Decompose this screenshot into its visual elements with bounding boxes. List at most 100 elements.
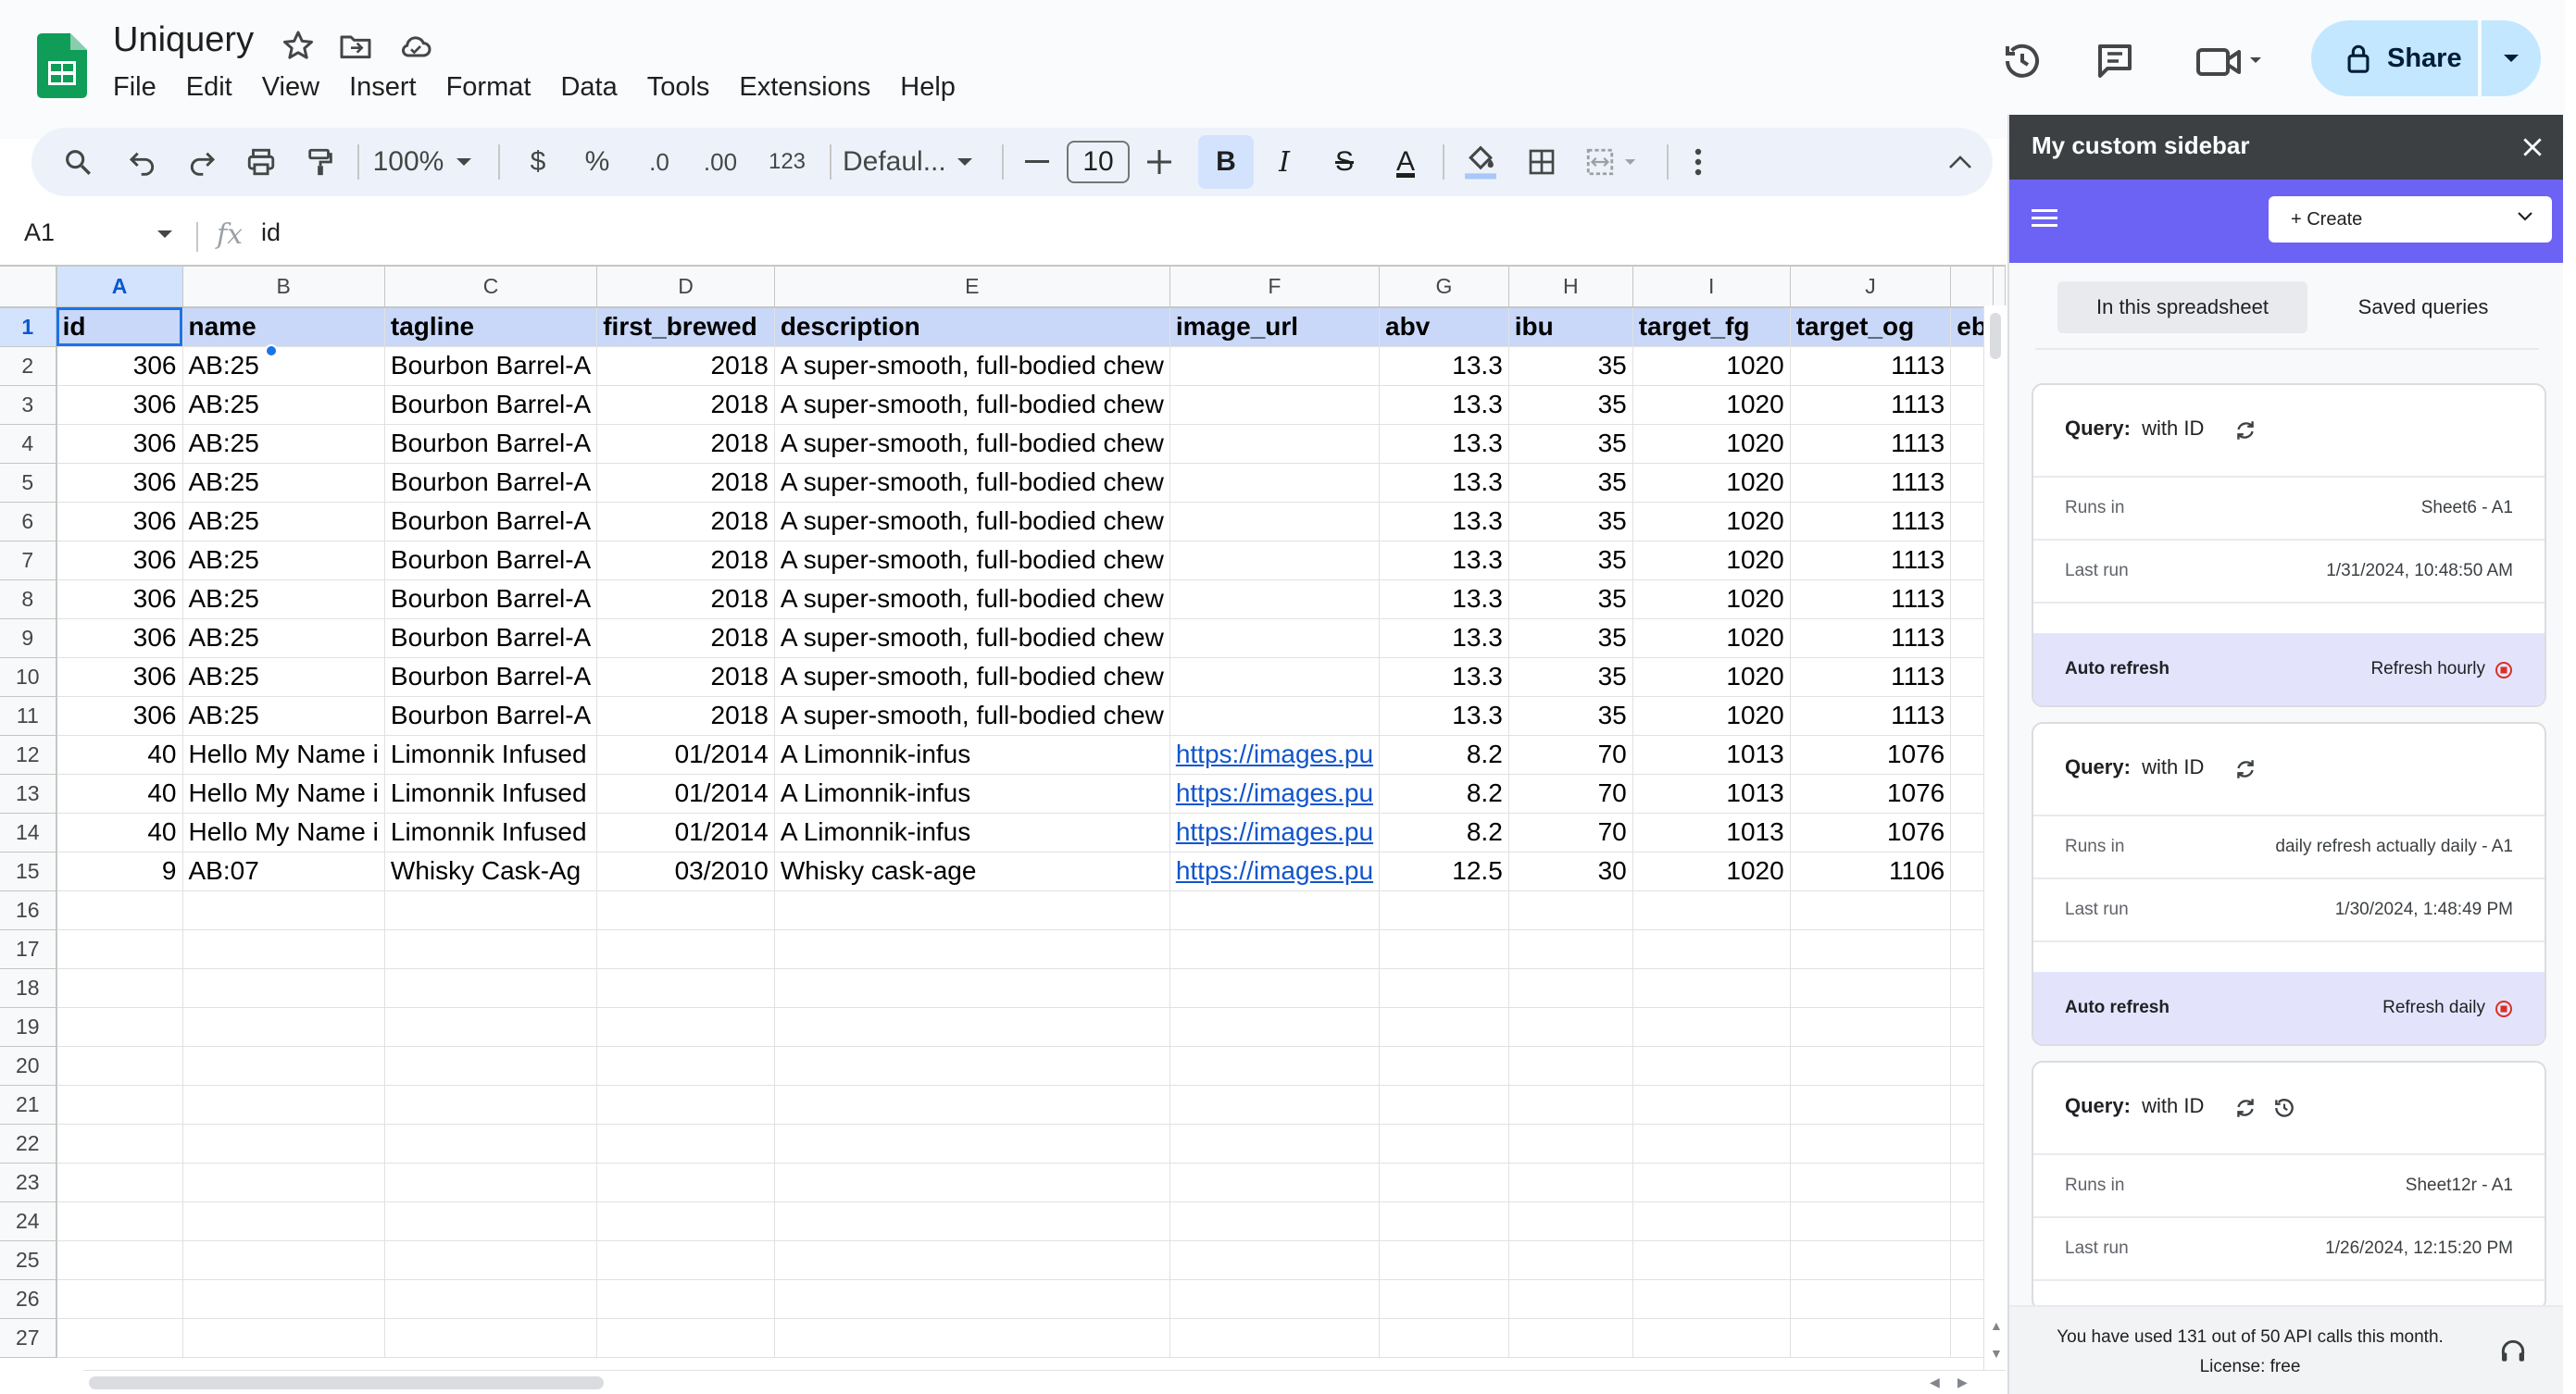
cell[interactable]: A super-smooth, full-bodied chew xyxy=(774,579,1170,619)
cell[interactable]: abv xyxy=(1379,307,1509,347)
cell[interactable]: A super-smooth, full-bodied chew xyxy=(774,424,1170,464)
create-button[interactable]: + Create xyxy=(2269,196,2552,243)
cell[interactable] xyxy=(1379,1318,1509,1358)
cell[interactable]: 2018 xyxy=(596,463,775,503)
cell[interactable]: Limonnik Infused xyxy=(384,813,598,853)
cell[interactable]: Hello My Name i xyxy=(182,774,385,814)
cell[interactable] xyxy=(1169,1124,1381,1164)
cell[interactable] xyxy=(1379,1124,1509,1164)
cell[interactable] xyxy=(1790,1318,1952,1358)
support-headset-icon[interactable] xyxy=(2498,1337,2528,1371)
chevron-down-icon[interactable] xyxy=(946,128,983,196)
cell[interactable]: AB:25 xyxy=(182,502,385,541)
cell[interactable]: 2018 xyxy=(596,424,775,464)
cell[interactable] xyxy=(384,1201,598,1241)
cell[interactable] xyxy=(1508,1007,1633,1047)
cell[interactable] xyxy=(1632,1318,1791,1358)
cell[interactable]: 1113 xyxy=(1790,696,1952,736)
cell[interactable]: 1106 xyxy=(1790,852,1952,891)
cell[interactable] xyxy=(1632,929,1791,969)
cell[interactable] xyxy=(1169,541,1381,580)
cell[interactable]: 1020 xyxy=(1632,696,1791,736)
cell[interactable]: 35 xyxy=(1508,657,1633,697)
increase-font-size-icon[interactable] xyxy=(1133,128,1185,196)
cell[interactable] xyxy=(1169,618,1381,658)
cell[interactable] xyxy=(1379,1046,1509,1086)
cell[interactable]: description xyxy=(774,307,1170,347)
cell[interactable]: A Limonnik-infus xyxy=(774,813,1170,853)
column-header[interactable]: I xyxy=(1632,267,1791,308)
cell[interactable]: ibu xyxy=(1508,307,1633,347)
cell[interactable] xyxy=(1169,1279,1381,1319)
text-color-button[interactable]: A xyxy=(1378,128,1433,196)
cell[interactable] xyxy=(384,968,598,1008)
cell[interactable]: 35 xyxy=(1508,346,1633,386)
cell[interactable] xyxy=(384,929,598,969)
row-header[interactable]: 20 xyxy=(0,1046,57,1086)
undo-icon[interactable] xyxy=(117,128,169,196)
borders-icon[interactable] xyxy=(1513,128,1570,196)
refresh-icon[interactable] xyxy=(2233,1096,2257,1125)
column-header[interactable]: D xyxy=(596,267,775,308)
cell[interactable]: 1113 xyxy=(1790,618,1952,658)
cell[interactable]: AB:25 xyxy=(182,618,385,658)
merge-cells-icon[interactable] xyxy=(1574,128,1657,196)
increase-decimal-button[interactable]: .00 xyxy=(691,128,750,196)
cell[interactable]: 1113 xyxy=(1790,541,1952,580)
cell[interactable]: 35 xyxy=(1508,579,1633,619)
cell[interactable] xyxy=(1632,968,1791,1008)
cell[interactable]: 01/2014 xyxy=(596,774,775,814)
cell[interactable]: Hello My Name i xyxy=(182,813,385,853)
hamburger-menu-icon[interactable] xyxy=(2032,207,2057,232)
row-header[interactable]: 7 xyxy=(0,541,57,580)
cell[interactable]: first_brewed xyxy=(596,307,775,347)
cell[interactable]: 1113 xyxy=(1790,424,1952,464)
cell[interactable]: 1113 xyxy=(1790,346,1952,386)
cell[interactable] xyxy=(1169,1318,1381,1358)
cell[interactable] xyxy=(1169,502,1381,541)
cell[interactable] xyxy=(1169,929,1381,969)
cell[interactable]: Bourbon Barrel-A xyxy=(384,346,598,386)
row-header[interactable]: 12 xyxy=(0,735,57,775)
cell[interactable]: 306 xyxy=(56,541,183,580)
cell[interactable] xyxy=(384,1240,598,1280)
cell[interactable] xyxy=(1790,1046,1952,1086)
stop-refresh-icon[interactable] xyxy=(2495,1000,2513,1023)
cell[interactable]: Whisky cask-age xyxy=(774,852,1170,891)
cell[interactable]: 70 xyxy=(1508,774,1633,814)
cell[interactable]: 306 xyxy=(56,579,183,619)
chevron-down-icon[interactable] xyxy=(156,228,174,244)
row-header[interactable]: 22 xyxy=(0,1124,57,1164)
cell[interactable]: name xyxy=(182,307,385,347)
cell[interactable] xyxy=(1169,1007,1381,1047)
cell[interactable] xyxy=(182,929,385,969)
font-family-select[interactable]: Defaul... xyxy=(835,128,946,196)
tab-in-this-spreadsheet[interactable]: In this spreadsheet xyxy=(2057,281,2307,333)
cell[interactable]: 35 xyxy=(1508,618,1633,658)
cell[interactable] xyxy=(1632,1240,1791,1280)
row-header[interactable]: 25 xyxy=(0,1240,57,1280)
cell[interactable]: Hello My Name i xyxy=(182,735,385,775)
cell[interactable]: 35 xyxy=(1508,463,1633,503)
cell[interactable] xyxy=(56,1279,183,1319)
cell[interactable]: 2018 xyxy=(596,541,775,580)
row-header[interactable]: 27 xyxy=(0,1318,57,1358)
cell[interactable] xyxy=(1632,1007,1791,1047)
cell[interactable]: A super-smooth, full-bodied chew xyxy=(774,696,1170,736)
cell[interactable]: Limonnik Infused xyxy=(384,735,598,775)
cell[interactable] xyxy=(56,1085,183,1125)
paint-format-icon[interactable] xyxy=(294,128,346,196)
cell[interactable] xyxy=(1790,1279,1952,1319)
cell[interactable] xyxy=(1790,1163,1952,1202)
row-header[interactable]: 19 xyxy=(0,1007,57,1047)
cell[interactable]: 306 xyxy=(56,657,183,697)
cell[interactable]: AB:25 xyxy=(182,657,385,697)
row-header[interactable]: 17 xyxy=(0,929,57,969)
cell[interactable]: 35 xyxy=(1508,424,1633,464)
row-header[interactable]: 9 xyxy=(0,618,57,658)
cell[interactable]: 2018 xyxy=(596,618,775,658)
cell[interactable] xyxy=(1508,1201,1633,1241)
cell[interactable] xyxy=(1169,696,1381,736)
cell[interactable]: 12.5 xyxy=(1379,852,1509,891)
cell[interactable] xyxy=(384,1318,598,1358)
